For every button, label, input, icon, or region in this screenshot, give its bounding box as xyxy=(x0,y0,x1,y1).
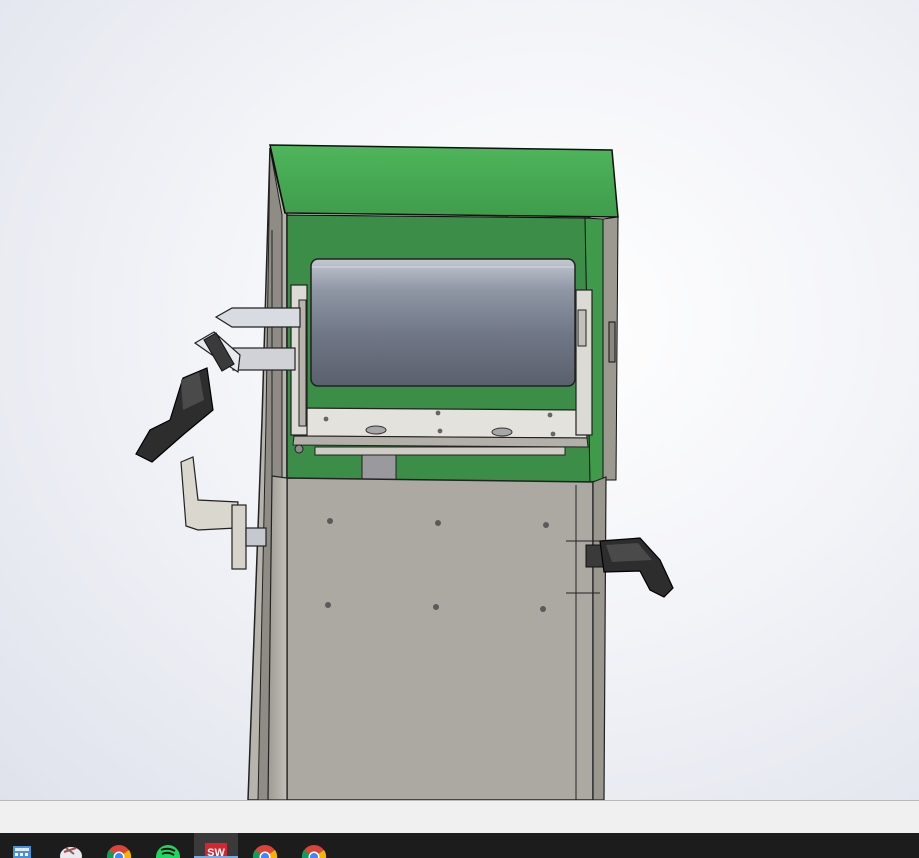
chrome-icon xyxy=(252,845,278,858)
chrome-icon xyxy=(106,845,132,858)
taskbar-solidworks[interactable]: SW xyxy=(194,833,238,858)
taskbar-snipping-tool[interactable] xyxy=(49,833,93,858)
roller-bracket-right xyxy=(575,289,593,436)
svg-text:SW: SW xyxy=(207,847,225,858)
front-access-panel xyxy=(267,475,607,800)
enclosure-top-cover xyxy=(269,144,619,218)
taskbar-chrome-2[interactable] xyxy=(243,833,287,858)
model-view[interactable] xyxy=(0,0,919,800)
graphics-viewport[interactable] xyxy=(0,0,919,800)
taskbar-chrome-3[interactable] xyxy=(292,833,336,858)
solidworks-icon: SW xyxy=(205,843,227,858)
roller-cylinder xyxy=(310,258,576,387)
snipping-tool-icon xyxy=(60,847,82,858)
chrome-icon xyxy=(301,845,327,858)
taskbar-calculator[interactable] xyxy=(0,833,44,858)
status-bar xyxy=(0,800,919,834)
taskbar-chrome-1[interactable] xyxy=(97,833,141,858)
windows-taskbar: SW xyxy=(0,833,919,858)
spotify-icon xyxy=(156,845,180,858)
calculator-icon xyxy=(13,846,31,858)
taskbar-spotify[interactable] xyxy=(146,833,190,858)
side-handle-left xyxy=(180,456,267,570)
